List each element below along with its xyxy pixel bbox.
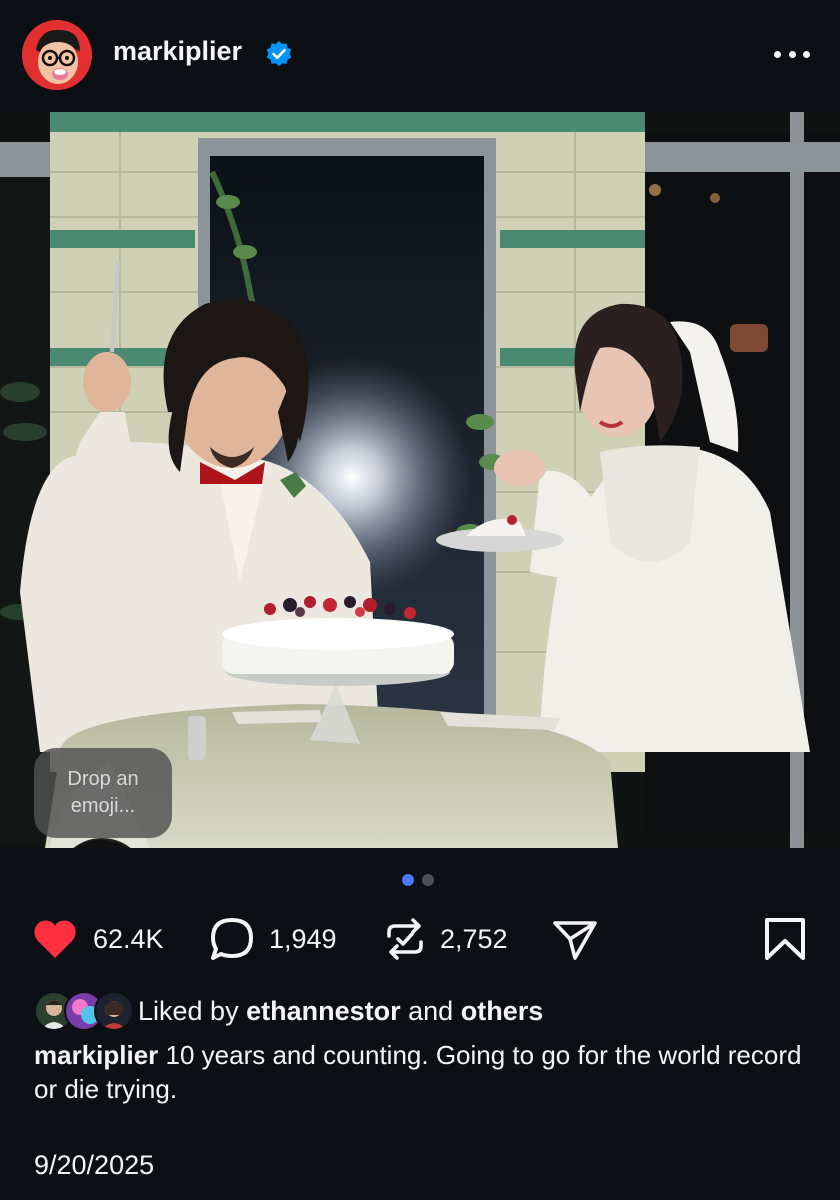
username[interactable]: markiplier <box>113 36 242 67</box>
liked-by-conjunction: and <box>408 995 454 1026</box>
avatar-cartoon-icon <box>22 20 92 90</box>
profile-avatar[interactable] <box>22 20 92 90</box>
liker-avatar <box>94 991 134 1031</box>
emoji-prompt-text: Drop an emoji... <box>67 768 139 817</box>
post-caption: markiplier 10 years and counting. Going … <box>34 1038 814 1106</box>
liked-by-text: Liked by ethannestor and others <box>138 996 543 1027</box>
verified-badge-icon <box>266 41 292 67</box>
liked-by-avatars <box>34 991 134 1031</box>
liked-by-user-link[interactable]: ethannestor <box>246 996 401 1026</box>
heart-icon[interactable] <box>30 914 80 964</box>
post-date: 9/20/2025 <box>34 1150 155 1180</box>
carousel-dot-active[interactable] <box>402 874 414 886</box>
comment-icon[interactable] <box>207 914 257 964</box>
repost-icon[interactable] <box>380 914 430 964</box>
liked-by-prefix: Liked by <box>138 995 239 1026</box>
drop-emoji-bubble[interactable]: Drop an emoji... <box>34 748 172 838</box>
wedding-photo-illustration <box>0 112 840 848</box>
liked-by-row[interactable]: Liked by ethannestor and others <box>34 990 543 1032</box>
post-photo[interactable]: Drop an emoji... <box>0 112 840 848</box>
carousel-indicator <box>402 874 434 886</box>
carousel-dot[interactable] <box>422 874 434 886</box>
post-header: markiplier <box>0 0 840 110</box>
bookmark-icon[interactable] <box>760 914 810 964</box>
comment-count[interactable]: 1,949 <box>269 924 337 955</box>
caption-username[interactable]: markiplier <box>34 1040 158 1070</box>
repost-count[interactable]: 2,752 <box>440 924 508 955</box>
share-send-icon[interactable] <box>550 914 600 964</box>
liked-by-others-link[interactable]: others <box>461 996 544 1026</box>
more-options-icon[interactable] <box>774 40 810 68</box>
like-count[interactable]: 62.4K <box>93 924 164 955</box>
action-bar: 62.4K 1,949 2,752 <box>0 912 840 966</box>
